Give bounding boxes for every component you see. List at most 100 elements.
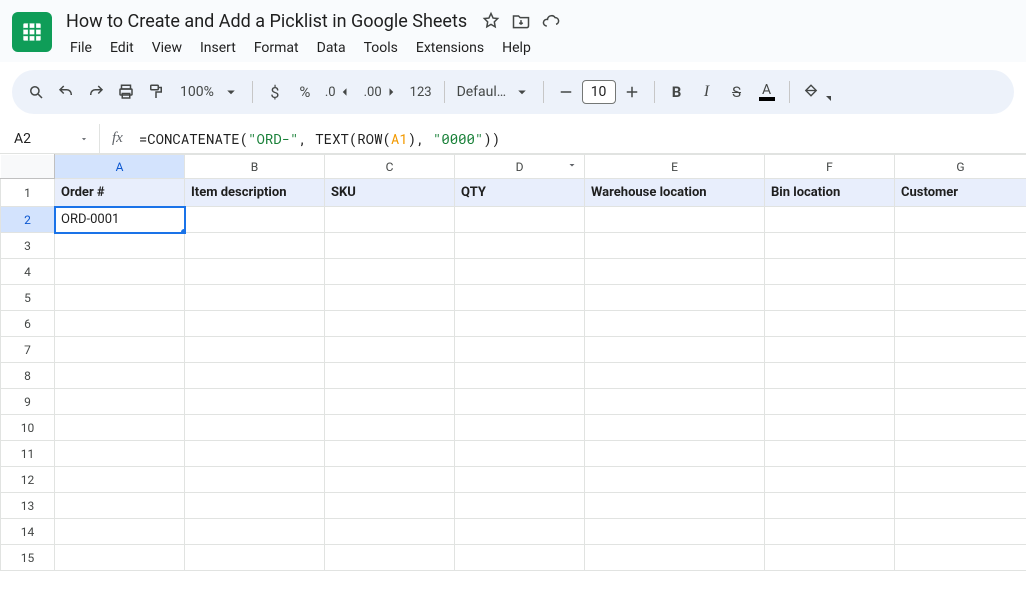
cell-C7[interactable] [325, 337, 455, 363]
cell-C10[interactable] [325, 415, 455, 441]
col-header-F[interactable]: F [765, 155, 895, 179]
cell-E2[interactable] [585, 207, 765, 233]
col-header-D[interactable]: D [455, 155, 585, 179]
row-header-8[interactable]: 8 [1, 363, 55, 389]
fill-color-icon[interactable] [798, 77, 829, 107]
cell-C6[interactable] [325, 311, 455, 337]
cell-A12[interactable] [55, 467, 185, 493]
cell-A10[interactable] [55, 415, 185, 441]
name-box[interactable]: A2 [0, 124, 100, 153]
cell-C12[interactable] [325, 467, 455, 493]
cloud-status-icon[interactable] [541, 11, 561, 31]
move-icon[interactable] [511, 11, 531, 31]
strikethrough-icon[interactable]: S [723, 77, 751, 107]
row-header-5[interactable]: 5 [1, 285, 55, 311]
cell-C14[interactable] [325, 519, 455, 545]
cell-D1[interactable]: QTY [455, 179, 585, 207]
col-header-C[interactable]: C [325, 155, 455, 179]
cell-A6[interactable] [55, 311, 185, 337]
cell-B1[interactable]: Item description [185, 179, 325, 207]
sheets-logo[interactable] [12, 12, 52, 52]
text-color-icon[interactable]: A [753, 77, 781, 107]
cell-D4[interactable] [455, 259, 585, 285]
cell-E11[interactable] [585, 441, 765, 467]
cell-C13[interactable] [325, 493, 455, 519]
cell-B3[interactable] [185, 233, 325, 259]
cell-E15[interactable] [585, 545, 765, 571]
cell-D12[interactable] [455, 467, 585, 493]
cell-C5[interactable] [325, 285, 455, 311]
menu-insert[interactable]: Insert [192, 36, 244, 60]
cell-A9[interactable] [55, 389, 185, 415]
more-formats-icon[interactable]: 123 [406, 77, 436, 107]
cell-A15[interactable] [55, 545, 185, 571]
cell-G6[interactable] [895, 311, 1026, 337]
cell-A4[interactable] [55, 259, 185, 285]
menu-edit[interactable]: Edit [102, 36, 142, 60]
cell-E8[interactable] [585, 363, 765, 389]
cell-B9[interactable] [185, 389, 325, 415]
cell-G8[interactable] [895, 363, 1026, 389]
row-header-6[interactable]: 6 [1, 311, 55, 337]
row-header-12[interactable]: 12 [1, 467, 55, 493]
cell-A8[interactable] [55, 363, 185, 389]
cell-F9[interactable] [765, 389, 895, 415]
italic-icon[interactable]: I [693, 77, 721, 107]
menu-data[interactable]: Data [309, 36, 354, 60]
print-icon[interactable] [112, 77, 140, 107]
row-header-2[interactable]: 2 [1, 207, 55, 233]
row-header-7[interactable]: 7 [1, 337, 55, 363]
cell-G4[interactable] [895, 259, 1026, 285]
cell-D5[interactable] [455, 285, 585, 311]
col-header-E[interactable]: E [585, 155, 765, 179]
search-menus-icon[interactable] [22, 77, 50, 107]
cell-D11[interactable] [455, 441, 585, 467]
cell-C3[interactable] [325, 233, 455, 259]
cell-E1[interactable]: Warehouse location [585, 179, 765, 207]
row-header-4[interactable]: 4 [1, 259, 55, 285]
bold-icon[interactable]: B [663, 77, 691, 107]
cell-A13[interactable] [55, 493, 185, 519]
cell-E5[interactable] [585, 285, 765, 311]
font-size-input[interactable]: 10 [582, 80, 616, 104]
zoom-dropdown[interactable]: 100% [172, 77, 244, 107]
cell-A14[interactable] [55, 519, 185, 545]
cell-A11[interactable] [55, 441, 185, 467]
cell-G3[interactable] [895, 233, 1026, 259]
cell-D3[interactable] [455, 233, 585, 259]
redo-icon[interactable] [82, 77, 110, 107]
cell-D2[interactable] [455, 207, 585, 233]
cell-F1[interactable]: Bin location [765, 179, 895, 207]
cell-C9[interactable] [325, 389, 455, 415]
cell-G14[interactable] [895, 519, 1026, 545]
cell-D8[interactable] [455, 363, 585, 389]
cell-G15[interactable] [895, 545, 1026, 571]
cell-F11[interactable] [765, 441, 895, 467]
row-header-15[interactable]: 15 [1, 545, 55, 571]
col-header-B[interactable]: B [185, 155, 325, 179]
cell-E6[interactable] [585, 311, 765, 337]
cell-C8[interactable] [325, 363, 455, 389]
menu-extensions[interactable]: Extensions [408, 36, 492, 60]
cell-A5[interactable] [55, 285, 185, 311]
selection-handle[interactable] [180, 228, 185, 233]
cell-B8[interactable] [185, 363, 325, 389]
cell-G9[interactable] [895, 389, 1026, 415]
menu-view[interactable]: View [144, 36, 190, 60]
row-header-9[interactable]: 9 [1, 389, 55, 415]
cell-C15[interactable] [325, 545, 455, 571]
cell-G12[interactable] [895, 467, 1026, 493]
cell-G10[interactable] [895, 415, 1026, 441]
cell-E4[interactable] [585, 259, 765, 285]
font-family-dropdown[interactable]: Defaul… [453, 77, 535, 107]
menu-file[interactable]: File [62, 36, 100, 60]
row-header-1[interactable]: 1 [1, 179, 55, 207]
cell-C4[interactable] [325, 259, 455, 285]
menu-tools[interactable]: Tools [356, 36, 406, 60]
cell-B2[interactable] [185, 207, 325, 233]
cell-B14[interactable] [185, 519, 325, 545]
cell-E12[interactable] [585, 467, 765, 493]
cell-F2[interactable] [765, 207, 895, 233]
cell-B5[interactable] [185, 285, 325, 311]
font-size-increase-icon[interactable] [618, 77, 646, 107]
